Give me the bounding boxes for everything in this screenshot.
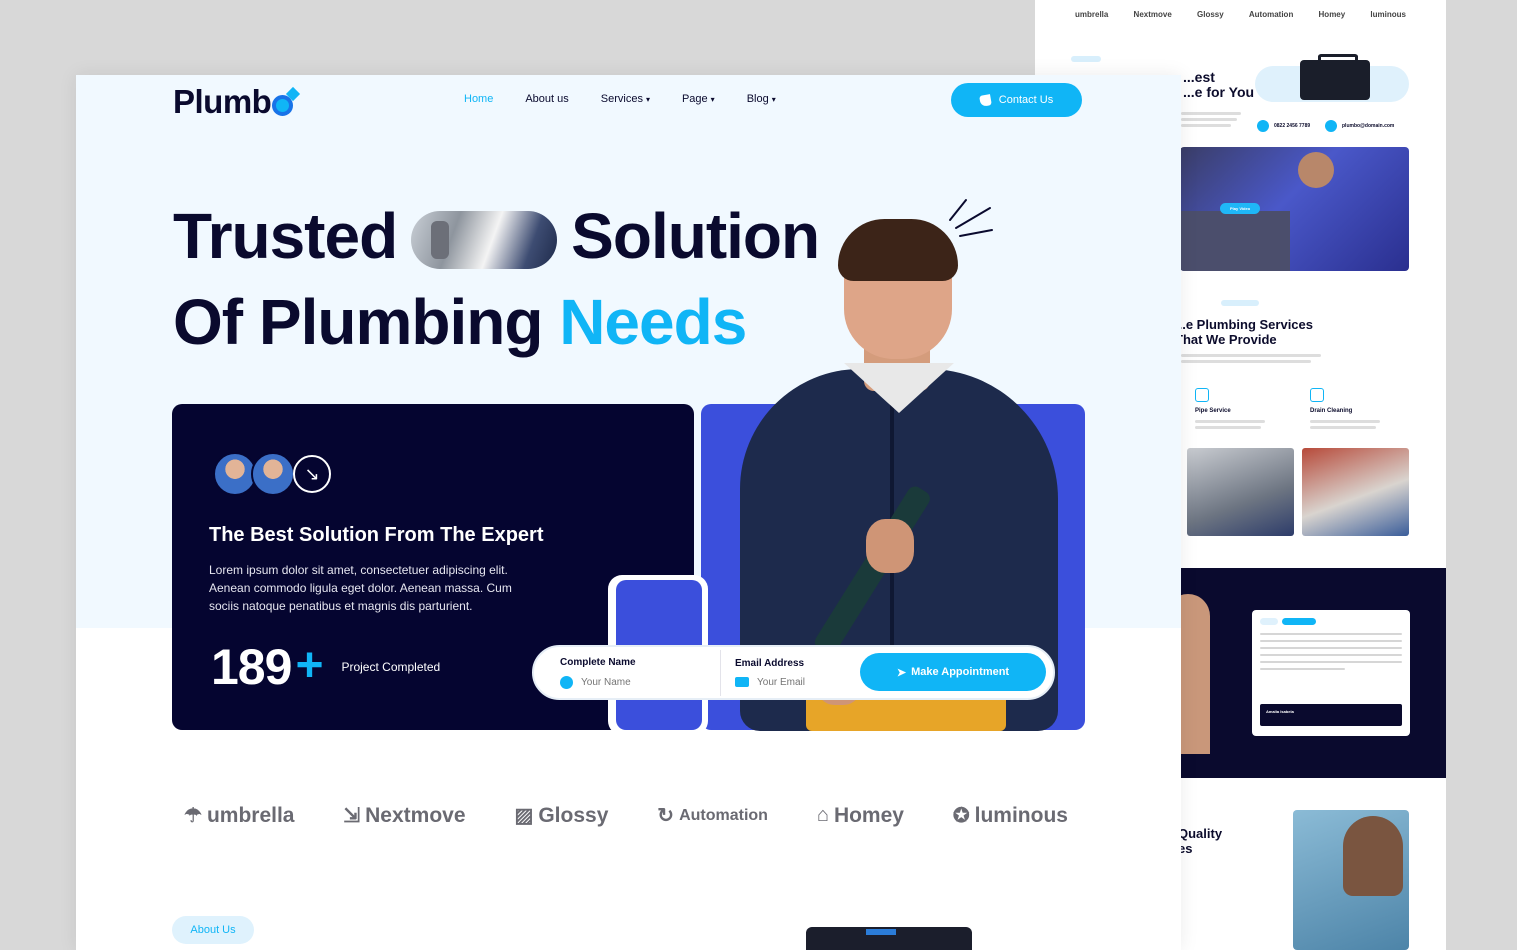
email-input[interactable] [757, 676, 867, 688]
umbrella-icon: ☂ [184, 805, 202, 827]
automation-icon: ↻ [657, 805, 675, 827]
name-input[interactable] [581, 676, 691, 688]
partner-automation: ↻ Automation [657, 805, 768, 827]
partner-logos: ☂ umbrella ⇲ Nextmove ▨ Glossy ↻ Automation … [184, 803, 1068, 828]
partner-luminous: ✪ luminous [952, 803, 1068, 828]
stat-number: 189 [211, 639, 292, 695]
preview-tag [1221, 300, 1259, 306]
contact-us-button[interactable]: Contact Us [951, 83, 1082, 117]
play-video-button[interactable]: Play Video [1220, 203, 1261, 214]
make-appointment-button[interactable]: ➤ Make Appointment [860, 653, 1046, 691]
preview-service-pipe: Pipe Service [1195, 388, 1231, 414]
hero-inline-image [411, 211, 558, 269]
partner-nextmove: ⇲ Nextmove [343, 803, 466, 828]
project-stat: 189 + Project Completed [211, 638, 440, 696]
brand-logo[interactable]: Plumb [173, 83, 294, 121]
stat-label: Project Completed [341, 660, 441, 674]
nav-blog[interactable]: Blog ▾ [747, 93, 776, 105]
preview-service-image [1302, 448, 1409, 536]
chevron-down-icon: ▾ [771, 94, 776, 104]
nav-services[interactable]: Services ▾ [601, 93, 650, 105]
preview-video[interactable]: Play Video [1180, 147, 1409, 271]
user-icon [560, 675, 573, 689]
arrow-down-right-icon[interactable]: ↘ [293, 455, 331, 493]
preview-logo: Glossy [1197, 10, 1224, 19]
nextmove-icon: ⇲ [343, 805, 361, 827]
preview-quality-image [1293, 810, 1409, 950]
about-us-tag: About Us [172, 916, 254, 944]
expert-card-text: Lorem ipsum dolor sit amet, consectetuer… [209, 563, 512, 613]
preview-toolbox-image [1255, 54, 1409, 102]
expert-card-title: The Best Solution From The Expert [209, 524, 544, 546]
preview-logo: umbrella [1075, 10, 1109, 19]
send-icon: ➤ [896, 666, 907, 679]
pipe-icon [1195, 388, 1209, 402]
name-field: Complete Name [560, 657, 720, 689]
preview-quality-heading: Quality es [1178, 826, 1223, 856]
hero-heading-line1: Trusted Solution [173, 200, 820, 272]
nav-page[interactable]: Page ▾ [682, 93, 715, 105]
mail-icon [1325, 120, 1337, 132]
preview-testimonial-section: Amalia Isabela [1166, 568, 1446, 778]
main-page: Plumb Home About us Services ▾ Page ▾ Blog… [76, 75, 1181, 950]
hero-heading-line2: Of Plumbing Needs [173, 286, 747, 358]
appointment-form: Complete Name Email Address ➤ Make Appoi… [532, 645, 1055, 700]
preview-logo: Nextmove [1133, 10, 1172, 19]
preview-logo: Homey [1318, 10, 1346, 19]
partner-umbrella: ☂ umbrella [184, 803, 295, 828]
preview-logo: Automation [1248, 10, 1294, 19]
expert-avatars: ↘ [213, 452, 331, 496]
preview-services-heading: ...e Plumbing Services That We Provide [1175, 317, 1313, 347]
nav-home[interactable]: Home [464, 93, 493, 105]
chevron-down-icon: ▾ [645, 94, 650, 104]
partner-homey: ⌂ Homey [816, 803, 904, 827]
phone-icon [978, 93, 992, 107]
preview-tag [1071, 56, 1101, 62]
preview-testimonial-author: Amalia Isabela [1260, 704, 1402, 726]
partner-glossy: ▨ Glossy [514, 803, 609, 828]
mail-icon [735, 677, 749, 687]
preview-email: plumbo@domain.com [1325, 120, 1394, 132]
homey-icon: ⌂ [816, 804, 829, 826]
toolbox-image [806, 927, 972, 950]
luminous-icon: ✪ [952, 805, 970, 827]
preview-logo: luminous [1370, 10, 1406, 19]
preview-service-image [1187, 448, 1294, 536]
stat-plus: + [295, 638, 324, 692]
drain-icon [1310, 388, 1324, 402]
nav-about[interactable]: About us [525, 93, 568, 105]
preview-phone: 0822 2456 7789 [1257, 120, 1310, 132]
preview-logos: umbrella Nextmove Glossy Automation Home… [1075, 10, 1406, 19]
preview-service-drain: Drain Cleaning [1310, 388, 1352, 414]
chevron-down-icon: ▾ [710, 94, 715, 104]
preview-testimonial-card: Amalia Isabela [1252, 610, 1410, 736]
main-nav: Home About us Services ▾ Page ▾ Blog ▾ [464, 93, 776, 105]
glossy-icon: ▨ [514, 805, 534, 827]
avatar [251, 452, 295, 496]
phone-icon [1257, 120, 1269, 132]
logo-valve-icon [272, 94, 294, 116]
